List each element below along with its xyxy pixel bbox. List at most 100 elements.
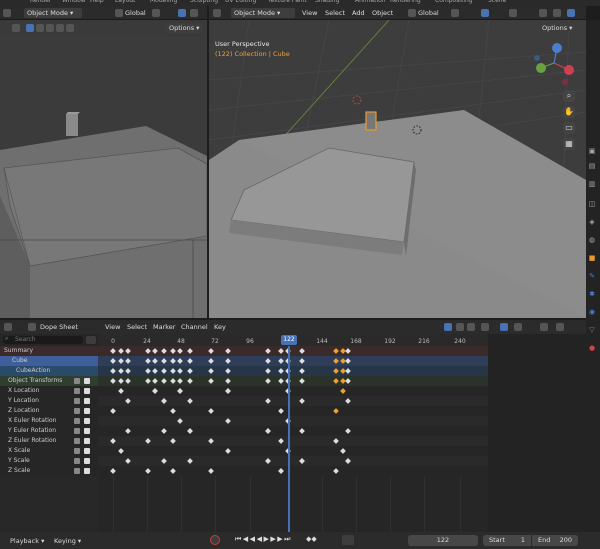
menu-add[interactable]: Add — [352, 9, 365, 17]
grid-toggle-icon[interactable]: ▦ — [563, 138, 575, 150]
channel-wrench-icon[interactable] — [74, 408, 80, 414]
pivot-icon[interactable] — [152, 9, 160, 17]
scene-tab-icon[interactable]: ◈ — [586, 216, 598, 228]
render-tab-icon[interactable]: ▤ — [586, 160, 598, 172]
channel-mute-checkbox[interactable] — [84, 448, 90, 454]
channel-mute-checkbox[interactable] — [84, 428, 90, 434]
top-menu-item[interactable]: Sculpting — [190, 0, 218, 4]
main-pivot-icon[interactable] — [451, 9, 459, 17]
physics-tab-icon[interactable]: ◉ — [586, 306, 598, 318]
dopesheet-mode-dropdown[interactable]: Dope Sheet — [40, 323, 78, 331]
channel-fcurve[interactable]: Z Scale — [0, 466, 98, 476]
channel-wrench-icon[interactable] — [74, 418, 80, 424]
channel-wrench-icon[interactable] — [74, 398, 80, 404]
snap-icon[interactable] — [178, 9, 186, 17]
channel-mute-checkbox[interactable] — [84, 418, 90, 424]
particles-tab-icon[interactable]: ✱ — [586, 288, 598, 300]
channel-wrench-icon[interactable] — [74, 458, 80, 464]
navigation-gizmo[interactable] — [529, 38, 579, 88]
main-proportional-icon[interactable] — [509, 9, 517, 17]
current-frame-field[interactable]: 122 — [408, 535, 478, 546]
channel-fcurve[interactable]: Y Scale — [0, 456, 98, 466]
keyframe-area[interactable] — [98, 346, 488, 532]
constraints-tab-icon[interactable]: ▽ — [586, 324, 598, 336]
transport-controls[interactable]: ⏮◀◀◀▶▶▶⏭ — [235, 535, 301, 545]
only-selected-icon[interactable] — [444, 323, 452, 331]
show-hidden-icon[interactable] — [456, 323, 464, 331]
channel-mute-checkbox[interactable] — [84, 388, 90, 394]
cursor-icon[interactable] — [12, 24, 20, 32]
channel-wrench-icon[interactable] — [74, 448, 80, 454]
channel-fcurve[interactable]: Y Location — [0, 396, 98, 406]
keyframe-jump-icons[interactable]: ◆◆ — [306, 535, 317, 543]
main-viewport[interactable]: User Perspective (122) Collection | Cube… — [209, 20, 586, 318]
object-tab-icon[interactable]: ■ — [586, 252, 598, 264]
channel-fcurve[interactable]: Z Euler Rotation — [0, 436, 98, 446]
select-intersect-icon[interactable] — [66, 24, 74, 32]
dopesheet-mode-icon[interactable] — [28, 323, 36, 331]
proportional-edit-icon[interactable] — [190, 9, 198, 17]
dopesheet-editor-icon[interactable] — [4, 323, 12, 331]
left-transform-dropdown[interactable]: Global — [125, 9, 146, 17]
current-frame-indicator[interactable]: 122 — [281, 335, 297, 345]
end-frame-field[interactable]: End 200 — [532, 535, 578, 546]
top-menu-item[interactable]: Help — [90, 0, 104, 4]
top-menu-item[interactable]: Rendering — [390, 0, 421, 4]
main-transform-dropdown[interactable]: Global — [418, 9, 439, 17]
main-mode-dropdown[interactable]: Object Mode ▾ — [231, 8, 295, 18]
select-box-icon[interactable] — [26, 24, 34, 32]
view-layer-tab-icon[interactable]: ◫ — [586, 198, 598, 210]
select-extend-icon[interactable] — [36, 24, 44, 32]
channel-fcurve[interactable]: Z Location — [0, 406, 98, 416]
tool-tab-icon[interactable]: ▣ — [586, 145, 598, 157]
channel-fcurve[interactable]: X Scale — [0, 446, 98, 456]
gizmo-toggle-icon[interactable] — [553, 9, 561, 17]
material-tab-icon[interactable]: ● — [586, 342, 598, 354]
select-invert-icon[interactable] — [56, 24, 64, 32]
ds-menu-view[interactable]: View — [105, 323, 120, 331]
main-snap-icon[interactable] — [481, 9, 489, 17]
main-editor-type-icon[interactable] — [213, 9, 221, 17]
channel-search-field[interactable]: ⌕ Search — [3, 335, 83, 344]
channel-mute-checkbox[interactable] — [84, 438, 90, 444]
errors-icon[interactable] — [467, 323, 475, 331]
channel-wrench-icon[interactable] — [74, 378, 80, 384]
channel-fcurve[interactable]: Y Euler Rotation — [0, 426, 98, 436]
ds-menu-marker[interactable]: Marker — [153, 323, 175, 331]
channel-mute-checkbox[interactable] — [84, 398, 90, 404]
top-menu-item[interactable]: Render — [30, 0, 51, 4]
top-menu-item[interactable]: Modeling — [150, 0, 177, 4]
ds-menu-key[interactable]: Key — [214, 323, 226, 331]
top-menu-item[interactable]: Texture Paint — [268, 0, 307, 4]
playback-dropdown[interactable]: Playback ▾ — [10, 537, 44, 545]
left-mode-dropdown[interactable]: Object Mode ▾ — [24, 8, 82, 18]
record-icon[interactable] — [210, 535, 220, 545]
editor-type-icon[interactable] — [3, 9, 11, 17]
ds-menu-channel[interactable]: Channel — [181, 323, 208, 331]
top-menu-item[interactable]: Scene — [488, 0, 506, 4]
channel-object[interactable]: Cube — [0, 356, 98, 366]
channel-fcurve[interactable]: X Euler Rotation — [0, 416, 98, 426]
channel-mute-checkbox[interactable] — [84, 458, 90, 464]
channel-wrench-icon[interactable] — [74, 438, 80, 444]
main-options-dropdown[interactable]: Options ▾ — [539, 23, 579, 33]
channel-mute-checkbox[interactable] — [84, 378, 90, 384]
left-viewport[interactable] — [0, 36, 207, 318]
ds-menu-select[interactable]: Select — [127, 323, 147, 331]
ds-pivot-icon[interactable] — [540, 323, 548, 331]
menu-object[interactable]: Object — [372, 9, 393, 17]
viewport-visibility-icon[interactable] — [539, 9, 547, 17]
ds-overlay-icon[interactable] — [556, 323, 564, 331]
channel-group[interactable]: Object Transforms — [0, 376, 98, 386]
output-tab-icon[interactable]: ▥ — [586, 178, 598, 190]
menu-view[interactable]: View — [302, 9, 317, 17]
ds-snap-icon[interactable] — [500, 323, 508, 331]
pan-hand-icon[interactable]: ✋ — [563, 106, 575, 118]
channel-mute-checkbox[interactable] — [84, 408, 90, 414]
filter-icon[interactable] — [481, 323, 489, 331]
channel-wrench-icon[interactable] — [74, 428, 80, 434]
channel-wrench-icon[interactable] — [74, 468, 80, 474]
top-menu-item[interactable]: Shading — [315, 0, 339, 4]
zoom-icon[interactable]: ⌕ — [563, 90, 575, 102]
select-subtract-icon[interactable] — [46, 24, 54, 32]
